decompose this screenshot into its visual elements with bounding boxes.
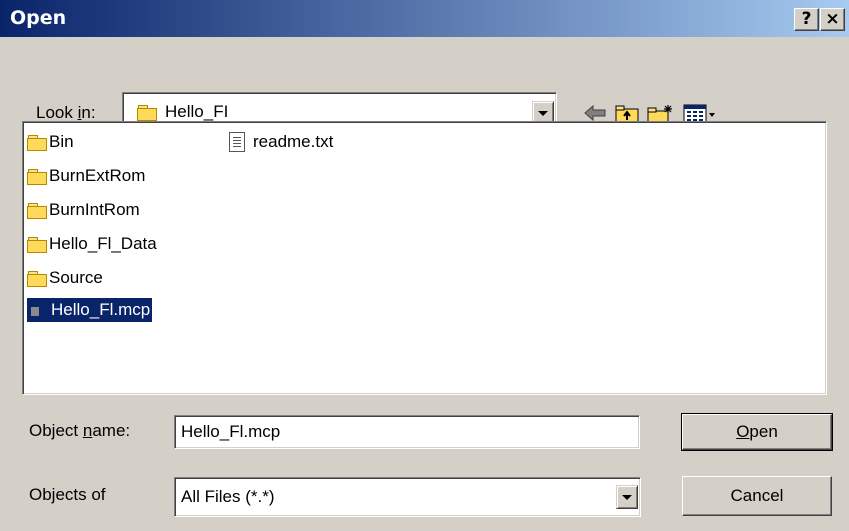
folder-icon: [27, 270, 47, 287]
list-item[interactable]: Source: [27, 266, 103, 290]
project-file-icon: [27, 298, 49, 322]
list-item[interactable]: readme.txt: [229, 130, 333, 154]
help-button[interactable]: ?: [794, 8, 819, 31]
list-item[interactable]: BurnIntRom: [27, 198, 140, 222]
folder-icon: [137, 104, 157, 121]
folder-icon: [27, 134, 47, 151]
look-in-label: Look in:: [36, 103, 96, 122]
title-bar: Open ? ×: [0, 0, 849, 37]
object-name-field[interactable]: Hello_Fl.mcp: [174, 415, 640, 449]
folder-icon: [27, 236, 47, 253]
objects-of-dropdown-button[interactable]: [616, 485, 638, 509]
open-button[interactable]: Open: [681, 413, 833, 451]
objects-of-dropdown[interactable]: All Files (*.*): [174, 477, 641, 517]
folder-icon: [27, 202, 47, 219]
objects-of-label: Objects of: [29, 485, 106, 504]
list-item[interactable]: Hello_Fl_Data: [27, 232, 157, 256]
list-item[interactable]: BurnExtRom: [27, 164, 145, 188]
object-name-label: Object name:: [29, 421, 131, 440]
look-in-current: Hello_FI: [137, 102, 228, 122]
text-file-icon: [229, 132, 245, 152]
window-title: Open: [10, 7, 67, 29]
close-button[interactable]: ×: [820, 8, 845, 31]
cancel-button[interactable]: Cancel: [682, 476, 832, 516]
list-item[interactable]: Bin: [27, 130, 74, 154]
file-list[interactable]: Bin BurnExtRom BurnIntRom Hello_Fl_Data …: [22, 121, 827, 395]
list-item-selected[interactable]: Hello_Fl.mcp: [27, 297, 154, 323]
folder-icon: [27, 168, 47, 185]
